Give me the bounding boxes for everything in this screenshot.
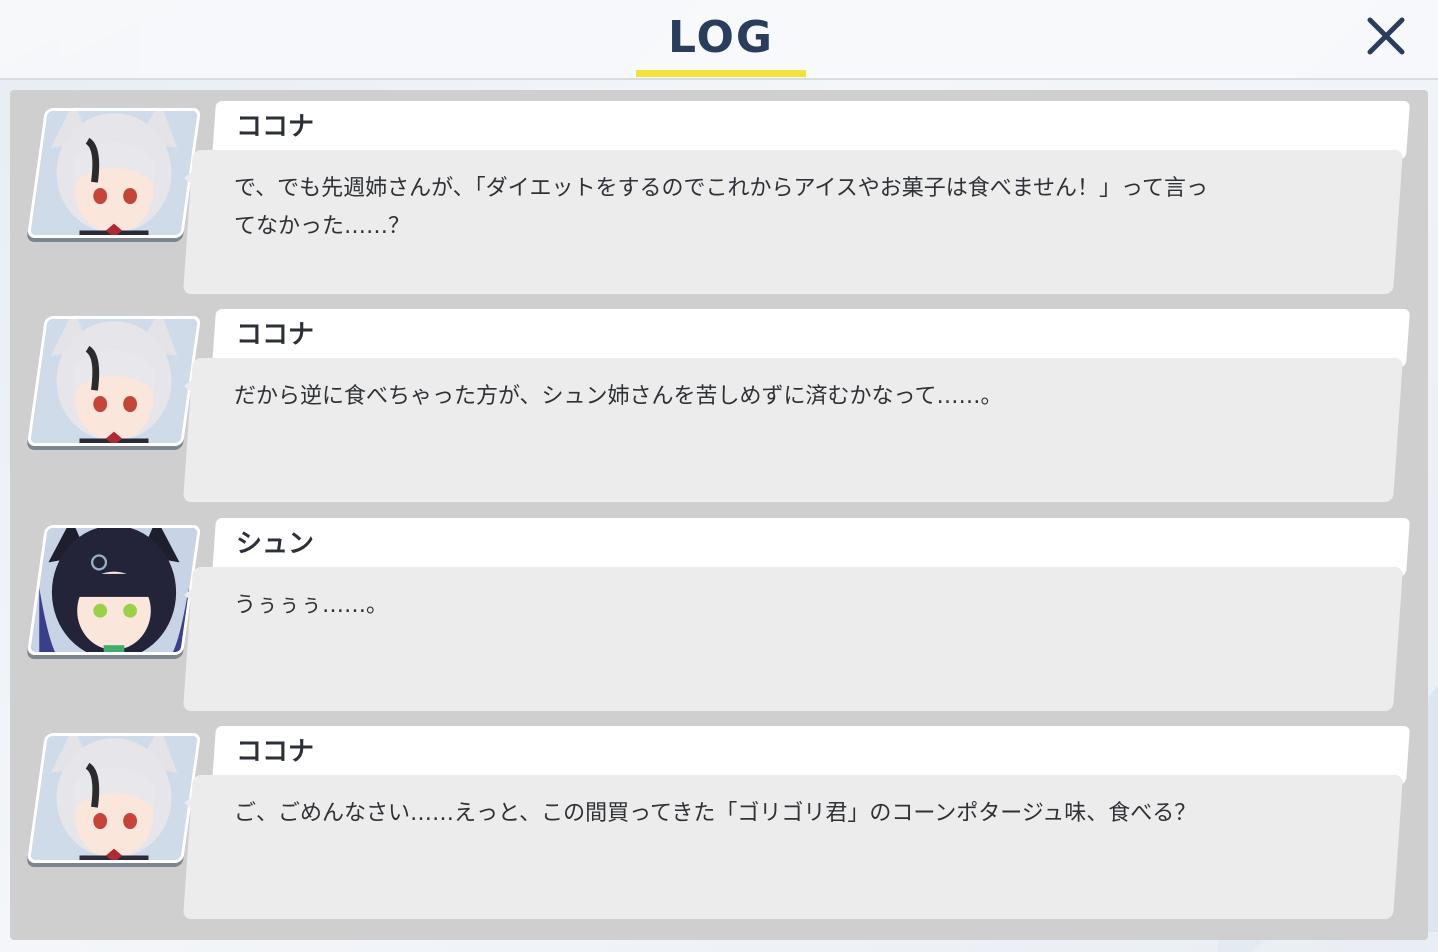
log-header: LOG bbox=[0, 0, 1438, 80]
log-title: LOG bbox=[668, 12, 774, 63]
log-list[interactable]: ココナ で、でも先週姉さんが、「ダイエットをするのでこれからアイスやお菓子は食べ… bbox=[10, 90, 1428, 940]
speaker-name: ココナ bbox=[236, 737, 315, 767]
dialogue-text: で、でも先週姉さんが、「ダイエットをするのでこれからアイスやお菓子は食べません！… bbox=[234, 176, 1208, 239]
log-entry: ココナ だから逆に食べちゃった方が、シュン姉さんを苦しめずに済むかなって……。 bbox=[10, 298, 1428, 502]
bubble-tail bbox=[184, 164, 202, 192]
close-button[interactable] bbox=[1362, 12, 1410, 60]
kokona-avatar[interactable] bbox=[26, 316, 202, 446]
kokona-portrait-icon bbox=[27, 108, 201, 238]
bubble-tail bbox=[184, 372, 202, 400]
speaker-name: シュン bbox=[236, 529, 315, 559]
dialogue-text: ご、ごめんなさい……えっと、この間買ってきた「ゴリゴリ君」のコーンポタージュ味、… bbox=[234, 801, 1197, 826]
log-entry: シュン うぅぅぅ……。 bbox=[10, 507, 1428, 711]
bubble-tail bbox=[184, 789, 202, 817]
dialogue-text: だから逆に食べちゃった方が、シュン姉さんを苦しめずに済むかなって……。 bbox=[234, 384, 1003, 409]
kokona-portrait-icon bbox=[27, 733, 201, 863]
bubble-tail bbox=[184, 581, 202, 609]
speaker-name: ココナ bbox=[236, 112, 315, 142]
log-entry: ココナ で、でも先週姉さんが、「ダイエットをするのでこれからアイスやお菓子は食べ… bbox=[10, 90, 1428, 294]
title-underline bbox=[636, 70, 806, 77]
speaker-name: ココナ bbox=[236, 320, 315, 350]
dialogue-text: うぅぅぅ……。 bbox=[234, 593, 389, 618]
kokona-portrait-icon bbox=[27, 316, 201, 446]
log-entry: ココナ ご、ごめんなさい……えっと、この間買ってきた「ゴリゴリ君」のコーンポター… bbox=[10, 715, 1428, 919]
kokona-avatar[interactable] bbox=[26, 108, 202, 238]
shun-portrait-icon bbox=[27, 525, 201, 655]
close-icon bbox=[1367, 17, 1405, 55]
shun-avatar[interactable] bbox=[26, 525, 202, 655]
kokona-avatar[interactable] bbox=[26, 733, 202, 863]
